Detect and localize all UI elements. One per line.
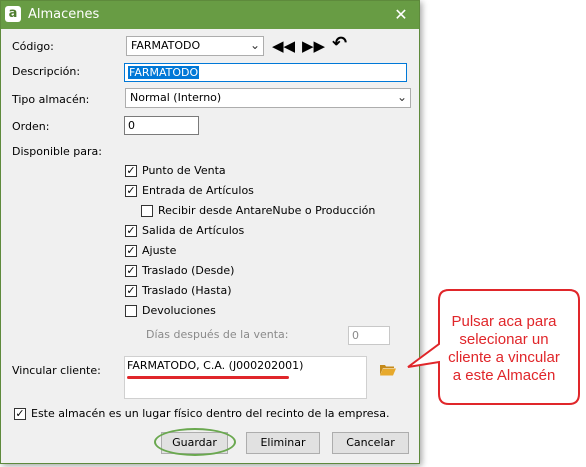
cancelar-button[interactable]: Cancelar (332, 432, 409, 454)
option-label: Recibir desde AntareNube o Producción (158, 204, 376, 217)
orden-input[interactable]: 0 (124, 116, 199, 135)
codigo-value: FARMATODO (131, 39, 201, 52)
close-button[interactable]: ✕ (383, 1, 419, 29)
window-title: Almacenes (28, 7, 100, 22)
undo-icon[interactable]: ↶ (332, 35, 347, 53)
last-record-icon[interactable]: ▶▶ (302, 38, 325, 54)
descripcion-input[interactable]: FARMATODO (124, 63, 407, 82)
checkbox[interactable]: ✓ (125, 245, 137, 257)
checkbox[interactable]: ✓ (14, 408, 26, 420)
annotation-underline (127, 376, 289, 379)
cliente-field[interactable]: FARMATODO, C.A. (J000202001) (124, 356, 367, 399)
option-label: Punto de Venta (142, 164, 226, 177)
first-record-icon[interactable]: ◀◀ (272, 38, 295, 54)
chevron-down-icon: ⌄ (396, 90, 407, 104)
orden-value: 0 (128, 119, 135, 132)
checkbox[interactable]: ✓ (125, 165, 137, 177)
option-label: Salida de Artículos (142, 224, 245, 237)
title-bar[interactable]: a Almacenes ✕ (1, 1, 419, 29)
checkbox[interactable]: ✓ (125, 285, 137, 297)
checkbox[interactable] (125, 305, 137, 317)
descripcion-label: Descripción: (12, 65, 81, 78)
app-logo-icon: a (5, 6, 21, 22)
annotation-ellipse (154, 428, 236, 456)
option-label: Devoluciones (142, 304, 216, 317)
dias-despues-input[interactable]: 0 (348, 326, 390, 345)
option-label: Traslado (Desde) (142, 264, 235, 277)
descripcion-value: FARMATODO (128, 66, 200, 79)
chevron-down-icon: ⌄ (249, 38, 260, 52)
disponible-para-label: Disponible para: (12, 145, 102, 158)
option-label: Traslado (Hasta) (142, 284, 232, 297)
checkbox[interactable]: ✓ (125, 265, 137, 277)
dias-despues-value: 0 (352, 329, 359, 342)
almacenes-dialog: a Almacenes ✕ Código: FARMATODO ⌄ ◀◀ ▶▶ … (0, 0, 420, 464)
callout-text: Pulsar aca para selecionar un cliente a … (448, 313, 560, 384)
lugar-fisico-label: Este almacén es un lugar físico dentro d… (31, 407, 390, 420)
codigo-label: Código: (12, 40, 54, 53)
folder-open-icon[interactable] (380, 364, 396, 376)
vincular-cliente-label: Vincular cliente: (12, 364, 101, 377)
checkbox[interactable]: ✓ (125, 225, 137, 237)
option-label: Ajuste (142, 244, 177, 257)
checkbox[interactable]: ✓ (125, 185, 137, 197)
eliminar-button[interactable]: Eliminar (246, 432, 320, 454)
option-label: Entrada de Artículos (142, 184, 254, 197)
tipo-almacen-label: Tipo almacén: (12, 93, 90, 106)
tipo-almacen-value: Normal (Interno) (130, 91, 222, 104)
checkbox[interactable] (141, 205, 153, 217)
orden-label: Orden: (12, 120, 50, 133)
codigo-select[interactable]: FARMATODO ⌄ (126, 36, 264, 56)
dias-despues-label: Días después de la venta: (146, 328, 289, 341)
tipo-almacen-select[interactable]: Normal (Interno) ⌄ (125, 88, 411, 108)
cliente-value: FARMATODO, C.A. (J000202001) (127, 359, 304, 372)
